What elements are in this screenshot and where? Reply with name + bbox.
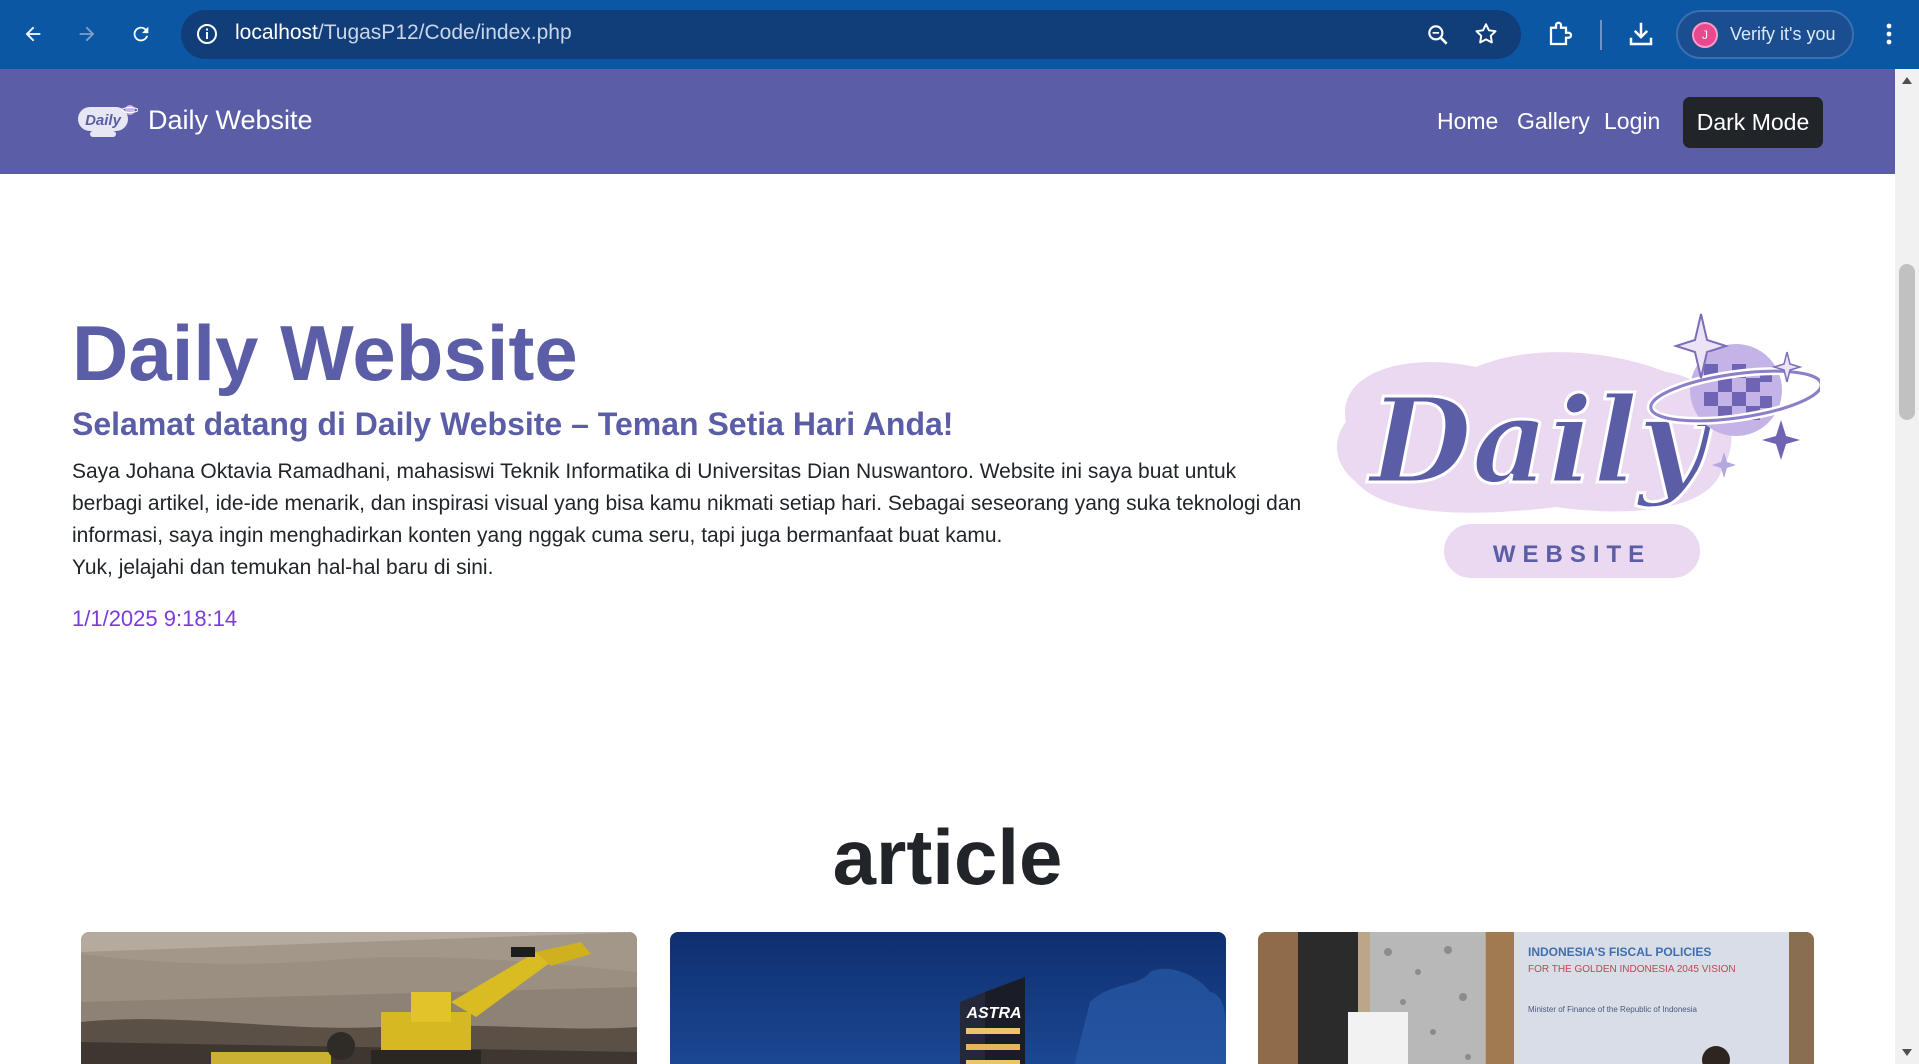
avatar: J xyxy=(1692,22,1718,48)
slide-subtitle: FOR THE GOLDEN INDONESIA 2045 VISION xyxy=(1528,964,1736,975)
download-icon[interactable] xyxy=(1626,19,1656,49)
scroll-down-arrow-icon[interactable] xyxy=(1902,1049,1912,1056)
astra-building-night-photo: ASTRA xyxy=(670,932,1226,1064)
address-bar[interactable]: localhost/TugasP12/Code/index.php xyxy=(181,10,1521,59)
nav-link-login[interactable]: Login xyxy=(1604,108,1660,135)
scroll-thumb[interactable] xyxy=(1899,264,1915,420)
menu-kebab-icon[interactable] xyxy=(1878,18,1900,50)
site-info-icon[interactable] xyxy=(195,22,219,46)
scroll-up-arrow-icon[interactable] xyxy=(1902,77,1912,84)
daily-website-logo-image: WEBSITE Daily xyxy=(1336,313,1820,578)
slide-line: Minister of Finance of the Republic of I… xyxy=(1528,1005,1698,1014)
astra-sign: ASTRA xyxy=(965,1005,1021,1022)
extensions-icon[interactable] xyxy=(1546,19,1576,49)
brand-logo-icon[interactable]: Daily xyxy=(76,101,138,139)
nav-link-home[interactable]: Home xyxy=(1437,108,1498,135)
logo-tagline: WEBSITE xyxy=(1493,541,1651,568)
hero-title: Daily Website xyxy=(72,309,578,397)
excavator-mining-photo xyxy=(81,932,637,1064)
hero-paragraph: Saya Johana Oktavia Ramadhani, mahasiswi… xyxy=(72,456,1302,584)
page-scrollbar[interactable] xyxy=(1895,69,1919,1064)
url-host: localhost xyxy=(235,21,318,44)
bookmark-star-icon[interactable] xyxy=(1473,21,1499,47)
url-path: /TugasP12/Code/index.php xyxy=(317,21,572,44)
article-card-image[interactable]: ASTRA xyxy=(670,932,1226,1064)
hero-subtitle: Selamat datang di Daily Website – Teman … xyxy=(72,406,954,442)
article-card-image[interactable] xyxy=(81,932,637,1064)
dark-mode-button[interactable]: Dark Mode xyxy=(1683,97,1823,148)
verify-profile-button[interactable]: J Verify it's you xyxy=(1676,10,1854,59)
forward-arrow-icon[interactable] xyxy=(70,17,104,51)
nav-link-gallery[interactable]: Gallery xyxy=(1517,108,1590,135)
article-card-image[interactable]: INDONESIA'S FISCAL POLICIES FOR THE GOLD… xyxy=(1258,932,1814,1064)
brand-name[interactable]: Daily Website xyxy=(148,105,313,136)
planet-icon xyxy=(1646,344,1820,436)
sparkle-icon xyxy=(1762,420,1800,460)
verify-label: Verify it's you xyxy=(1730,24,1836,44)
fiscal-policy-presentation-photo: INDONESIA'S FISCAL POLICIES FOR THE GOLD… xyxy=(1258,932,1814,1064)
browser-toolbar: localhost/TugasP12/Code/index.php J Veri… xyxy=(0,0,1919,69)
reload-icon[interactable] xyxy=(124,17,158,51)
hero-paragraph-closing: Yuk, jelajahi dan temukan hal-hal baru d… xyxy=(72,556,494,579)
article-heading: article xyxy=(832,813,1063,901)
slide-title: INDONESIA'S FISCAL POLICIES xyxy=(1528,945,1711,959)
svg-text:Daily: Daily xyxy=(85,112,122,129)
hero-paragraph-main: Saya Johana Oktavia Ramadhani, mahasiswi… xyxy=(72,460,1302,547)
back-arrow-icon[interactable] xyxy=(16,17,50,51)
url-text[interactable]: localhost/TugasP12/Code/index.php xyxy=(235,21,572,45)
zoom-icon[interactable] xyxy=(1425,22,1451,48)
site-navbar: Daily Daily Website Home Gallery Login D… xyxy=(0,69,1895,174)
hero-timestamp: 1/1/2025 9:18:14 xyxy=(72,606,238,631)
toolbar-divider xyxy=(1600,20,1602,50)
